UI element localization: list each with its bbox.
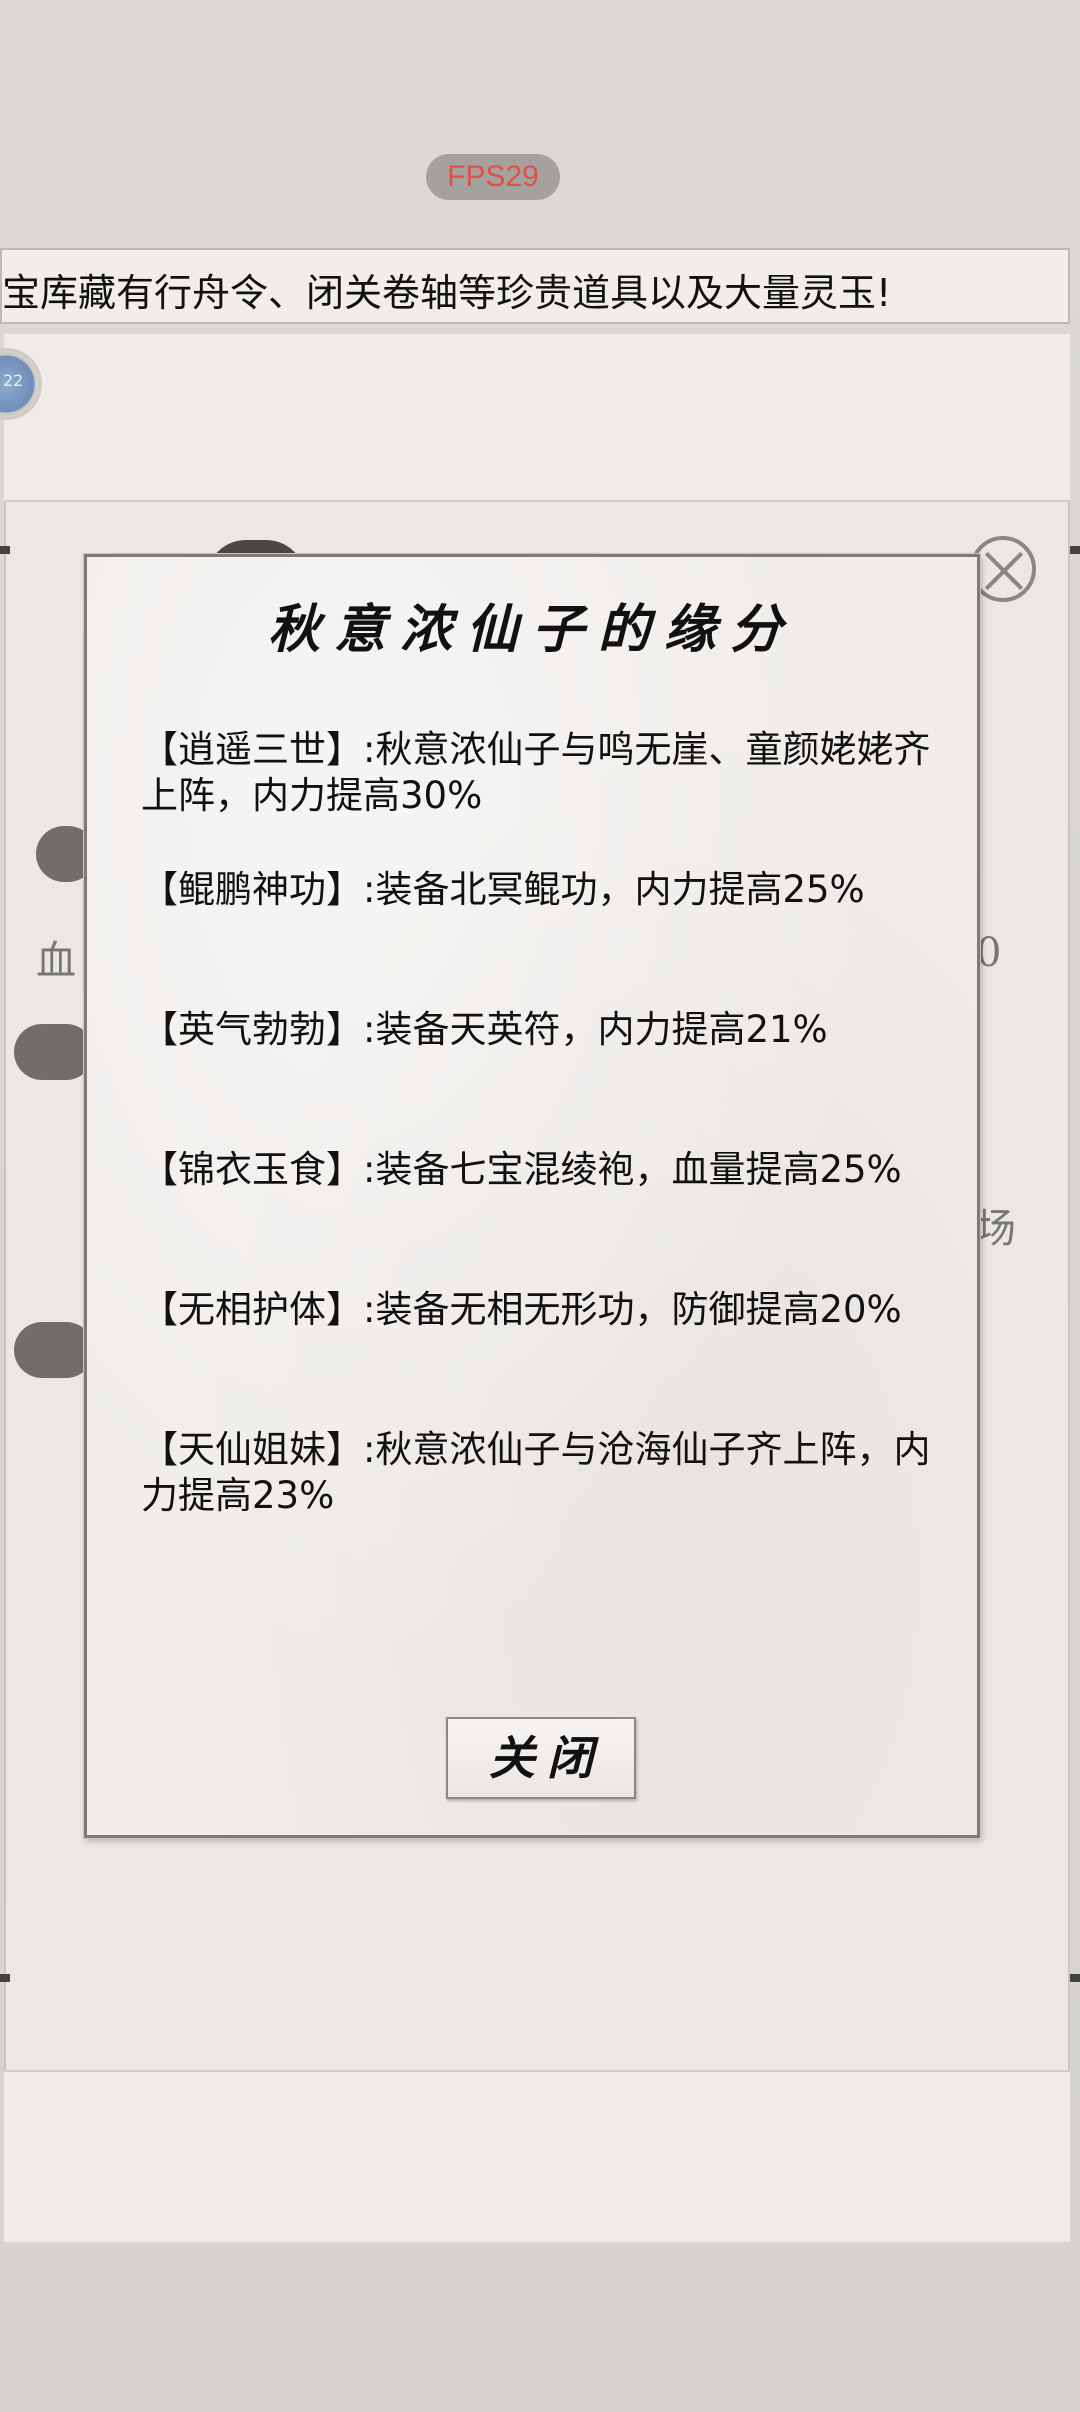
ink-brush-stroke (14, 1322, 94, 1378)
edge-marker (0, 1974, 10, 1982)
close-button[interactable]: 关闭 (446, 1717, 636, 1799)
bond-item: 【英气勃勃】:装备天英符，内力提高21% (141, 1008, 828, 1051)
bond-item: 【鲲鹏神功】:装备北冥鲲功，内力提高25% (141, 868, 865, 911)
game-screen: FPS29 宝库藏有行舟令、闭关卷轴等珍贵道具以及大量灵玉! 22 血 0 场 … (0, 0, 1080, 2412)
edge-marker (1070, 1974, 1080, 1982)
ink-brush-stroke (14, 1024, 94, 1080)
background-footer-band (4, 2070, 1070, 2242)
edge-marker (0, 546, 10, 554)
announcement-ticker: 宝库藏有行舟令、闭关卷轴等珍贵道具以及大量灵玉! (0, 248, 1070, 324)
bond-item: 【无相护体】:装备无相无形功，防御提高20% (141, 1288, 902, 1331)
bond-item: 【逍遥三世】:秋意浓仙子与鸣无崖、童颜姥姥齐上阵，内力提高30% (141, 728, 931, 817)
background-header-band (4, 334, 1070, 502)
edge-marker (1070, 546, 1080, 554)
fate-bond-dialog: 秋意浓仙子的缘分 【逍遥三世】:秋意浓仙子与鸣无崖、童颜姥姥齐上阵，内力提高30… (84, 554, 980, 1838)
ticker-text: 宝库藏有行舟令、闭关卷轴等珍贵道具以及大量灵玉! (2, 271, 892, 315)
fps-counter: FPS29 (426, 154, 560, 200)
bond-item: 【锦衣玉食】:装备七宝混绫袍，血量提高25% (141, 1148, 902, 1191)
dialog-title: 秋意浓仙子的缘分 (267, 599, 796, 660)
background-stat-icon: 血 (36, 938, 76, 984)
avatar-badge: 22 (3, 371, 24, 390)
background-text-fragment: 场 (976, 1206, 1016, 1252)
bond-item: 【天仙姐妹】:秋意浓仙子与沧海仙子齐上阵，内力提高23% (141, 1428, 931, 1517)
